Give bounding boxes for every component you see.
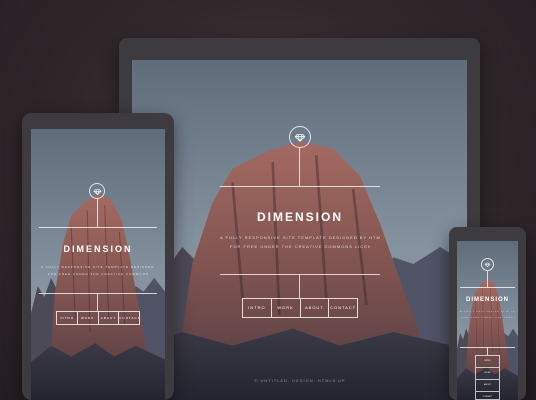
nav-contact[interactable]: CONTACT (328, 299, 357, 317)
nav-intro[interactable]: INTRO (243, 299, 271, 317)
site-title: DIMENSION (465, 297, 509, 303)
header-bottom-rule (220, 274, 380, 275)
tablet-site: DIMENSION A FULLY RESPONSIVE SITE TEMPLA… (31, 129, 165, 400)
site-tagline-1: A FULLY RESPONSIVE SITE TEMPLATE DESIGNE… (460, 311, 515, 313)
diamond-icon (484, 261, 491, 268)
phone-screen: DIMENSION A FULLY RESPONSIVE SITE TEMPLA… (457, 241, 518, 400)
site-logo[interactable] (481, 258, 494, 271)
main-nav: INTRO WORK ABOUT CONTACT (56, 311, 140, 325)
nav-contact[interactable]: CONTACT (118, 312, 139, 324)
nav-intro[interactable]: INTRO (476, 356, 499, 367)
nav-connector (299, 274, 300, 298)
site-footer: © UNTITLED. DESIGN: HTML5 UP (254, 378, 346, 383)
phone-site: DIMENSION A FULLY RESPONSIVE SITE TEMPLA… (457, 241, 518, 400)
site-title: DIMENSION (256, 210, 343, 224)
site-tagline-2: FOR FREE UNDER THE CREATIVE COMMONS LICE… (48, 272, 148, 276)
diamond-icon (93, 187, 102, 196)
site-logo[interactable] (89, 183, 105, 199)
nav-about[interactable]: ABOUT (476, 379, 499, 391)
header-top-rule (220, 186, 380, 187)
nav-connector (487, 347, 488, 355)
desktop-screen: DIMENSION A FULLY RESPONSIVE SITE TEMPLA… (132, 60, 467, 400)
nav-about[interactable]: ABOUT (299, 299, 329, 317)
diamond-icon (294, 131, 306, 143)
main-nav: INTRO WORK ABOUT CONTACT (475, 355, 500, 400)
main-nav: INTRO WORK ABOUT CONTACT (242, 298, 358, 318)
site-tagline-1: A FULLY RESPONSIVE SITE TEMPLATE DESIGNE… (220, 235, 380, 240)
tablet: DIMENSION A FULLY RESPONSIVE SITE TEMPLA… (22, 113, 174, 400)
header-connector (97, 199, 98, 227)
nav-contact[interactable]: CONTACT (476, 391, 499, 400)
nav-work[interactable]: WORK (76, 312, 98, 324)
site-tagline-1: A FULLY RESPONSIVE SITE TEMPLATE DESIGNE… (41, 265, 155, 269)
nav-work[interactable]: WORK (476, 367, 499, 379)
tablet-screen: DIMENSION A FULLY RESPONSIVE SITE TEMPLA… (31, 129, 165, 400)
site-title: DIMENSION (63, 244, 133, 254)
desktop-site: DIMENSION A FULLY RESPONSIVE SITE TEMPLA… (132, 60, 467, 400)
header-top-rule (39, 227, 157, 228)
header-connector (299, 148, 300, 186)
phone: DIMENSION A FULLY RESPONSIVE SITE TEMPLA… (449, 227, 526, 400)
site-tagline-2: FOR FREE UNDER THE CREATIVE COMMONS LICE… (230, 244, 370, 249)
header-top-rule (460, 287, 515, 288)
nav-about[interactable]: ABOUT (97, 312, 119, 324)
header-connector (487, 271, 488, 287)
site-tagline-2: FOR FREE UNDER THE CREATIVE COMMONS LICE… (462, 317, 513, 319)
site-logo[interactable] (289, 126, 311, 148)
nav-intro[interactable]: INTRO (57, 312, 77, 324)
header-bottom-rule (39, 293, 157, 294)
nav-connector (97, 293, 98, 311)
nav-work[interactable]: WORK (270, 299, 300, 317)
